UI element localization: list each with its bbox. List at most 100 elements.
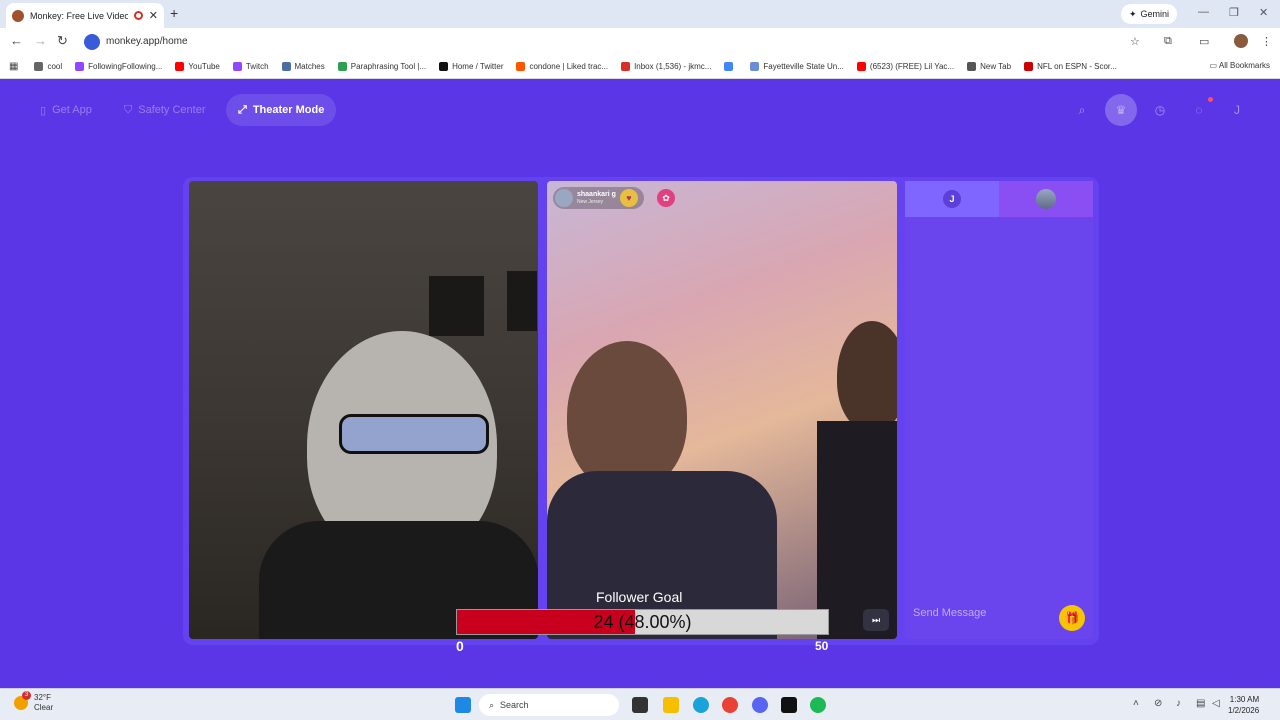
reload-icon[interactable]: ↻ <box>57 33 68 49</box>
url-field[interactable]: monkey.app/home <box>82 31 1132 52</box>
minimize-icon[interactable]: — <box>1198 6 1209 18</box>
remote-person-2 <box>837 321 897 431</box>
bookmark-item[interactable]: Paraphrasing Tool |... <box>337 62 426 71</box>
windows-start-icon[interactable] <box>455 697 471 713</box>
tray-wifi-icon[interactable]: ▤ <box>1196 698 1205 709</box>
remote-user-location: New Jersey <box>577 199 604 205</box>
heart-icon[interactable]: ♥ <box>619 189 638 207</box>
phone-icon: ▯ <box>40 104 47 117</box>
chrome-icon[interactable] <box>722 697 738 713</box>
bookmark-favicon-icon <box>232 62 242 71</box>
send-message-input[interactable]: Send Message <box>913 607 986 619</box>
search-icon: ⌕ <box>489 699 495 710</box>
tray-volume-icon[interactable]: ◁ <box>1212 698 1220 709</box>
safety-center-button[interactable]: ⛉ Safety Center <box>112 94 218 126</box>
discord-icon[interactable] <box>752 697 768 713</box>
bookmark-item[interactable]: (6523) (FREE) Lil Yac... <box>856 62 955 71</box>
profile-avatar[interactable] <box>1234 34 1248 48</box>
tray-network-icon[interactable]: ⊘ <box>1154 698 1162 709</box>
bookmark-item[interactable]: condone | Liked trac... <box>516 62 608 71</box>
bookmark-favicon-icon <box>337 62 347 71</box>
theater-mode-button[interactable]: ⤢ Theater Mode <box>226 94 337 126</box>
bookmark-item[interactable]: Fayetteville State Un... <box>750 62 844 71</box>
crown-icon[interactable]: ♛ <box>1105 94 1137 126</box>
history-icon[interactable]: ◷ <box>1149 99 1171 121</box>
gemini-label: Gemini <box>1140 9 1170 19</box>
bookmark-label: NFL on ESPN - Scor... <box>1037 62 1117 71</box>
remote-user-badge[interactable]: shaankari g New Jersey ♥ <box>553 187 644 209</box>
get-app-button[interactable]: ▯ Get App <box>28 94 104 126</box>
remote-user-avatar <box>555 189 573 207</box>
chat-tabs: J <box>905 181 1093 217</box>
back-icon[interactable]: ← <box>10 33 23 48</box>
bookmark-item[interactable]: New Tab <box>967 62 1011 71</box>
folder-icon: ▭ <box>1209 61 1219 70</box>
bookmark-favicon-icon <box>34 62 44 71</box>
bookmark-star-icon[interactable]: ☆ <box>1130 35 1140 48</box>
forward-icon[interactable]: → <box>34 33 47 48</box>
chat-tab-remote[interactable] <box>999 181 1093 217</box>
recording-icon <box>133 11 143 20</box>
search-icon[interactable]: ⌕ <box>1071 99 1093 121</box>
shield-icon: ⛉ <box>124 103 133 116</box>
restore-icon[interactable]: ❐ <box>1229 6 1239 19</box>
browser-tab[interactable]: Monkey: Free Live Video Cl ✕ <box>6 3 164 28</box>
get-app-label: Get App <box>52 104 92 116</box>
bookmark-item[interactable]: Twitch <box>232 62 269 71</box>
follower-goal-bar: 24 (48.00%) <box>456 609 829 635</box>
task-view-icon[interactable] <box>632 697 648 713</box>
app-icon[interactable] <box>781 697 797 713</box>
gift-icon[interactable]: 🎁 <box>1059 605 1085 631</box>
self-avatar: J <box>943 190 961 208</box>
gift-badge-icon[interactable]: ✿ <box>657 189 675 207</box>
bookmark-item[interactable]: NFL on ESPN - Scor... <box>1024 62 1117 71</box>
bookmark-item[interactable]: Inbox (1,536) - jkmc... <box>621 62 711 71</box>
apps-grid-icon[interactable]: ▦ <box>9 61 18 72</box>
wall-poster <box>507 271 537 331</box>
system-clock[interactable]: 1:30 AM 1/2/2026 <box>1228 694 1259 716</box>
bookmark-favicon-icon <box>856 62 866 71</box>
messages-icon[interactable]: ◌ <box>1188 99 1210 121</box>
new-tab-button[interactable]: + <box>170 5 178 21</box>
tray-chevron-icon[interactable]: ˄ <box>1133 698 1139 709</box>
bookmark-item[interactable]: Home / Twitter <box>439 62 503 71</box>
bookmark-item[interactable]: FollowingFollowing... <box>75 62 162 71</box>
edge-icon[interactable] <box>693 697 709 713</box>
local-video <box>189 181 538 639</box>
profile-initial[interactable]: J <box>1226 99 1248 121</box>
tab-close-icon[interactable]: ✕ <box>149 9 158 22</box>
bookmark-label: Matches <box>294 62 325 71</box>
bookmark-label: (6523) (FREE) Lil Yac... <box>869 62 955 71</box>
side-panel-icon[interactable]: ▭ <box>1199 35 1209 48</box>
menu-kebab-icon[interactable]: ⋮ <box>1261 35 1272 48</box>
bookmark-favicon-icon <box>967 62 977 71</box>
glasses <box>339 414 489 454</box>
bookmark-label: New Tab <box>980 62 1012 71</box>
remote-person-2-body <box>817 421 897 639</box>
skip-icon[interactable]: ⏭ <box>863 609 889 631</box>
url-text: monkey.app/home <box>106 36 188 47</box>
extensions-icon[interactable]: ⧉ <box>1164 35 1172 48</box>
spotify-icon[interactable] <box>810 697 826 713</box>
tray-mic-icon[interactable]: ♪ <box>1176 698 1181 709</box>
site-info-icon[interactable] <box>84 33 100 50</box>
bookmark-favicon-icon <box>724 62 734 71</box>
weather-widget[interactable]: 3 32°F Clear <box>14 691 53 713</box>
bookmark-favicon-icon <box>281 62 291 71</box>
weather-temp: 32°F <box>34 693 51 702</box>
bookmark-item[interactable]: Matches <box>281 62 325 71</box>
file-explorer-icon[interactable] <box>663 697 679 713</box>
taskbar-search-label: Search <box>500 700 529 710</box>
taskbar-search[interactable]: ⌕ Search <box>479 694 619 716</box>
bookmark-item[interactable]: cool <box>34 62 62 71</box>
theater-mode-label: Theater Mode <box>252 104 325 116</box>
follower-goal-title: Follower Goal <box>596 589 683 605</box>
chat-tab-self[interactable]: J <box>905 181 999 217</box>
bookmark-item[interactable] <box>724 62 737 71</box>
bookmark-label: condone | Liked trac... <box>529 62 609 71</box>
gemini-button[interactable]: ✦ Gemini <box>1121 4 1178 24</box>
window-close-icon[interactable]: ✕ <box>1259 6 1268 19</box>
all-bookmarks-button[interactable]: ▭ All Bookmarks <box>1210 61 1270 70</box>
bookmark-item[interactable]: YouTube <box>175 62 220 71</box>
bookmark-label: cool <box>47 62 63 71</box>
